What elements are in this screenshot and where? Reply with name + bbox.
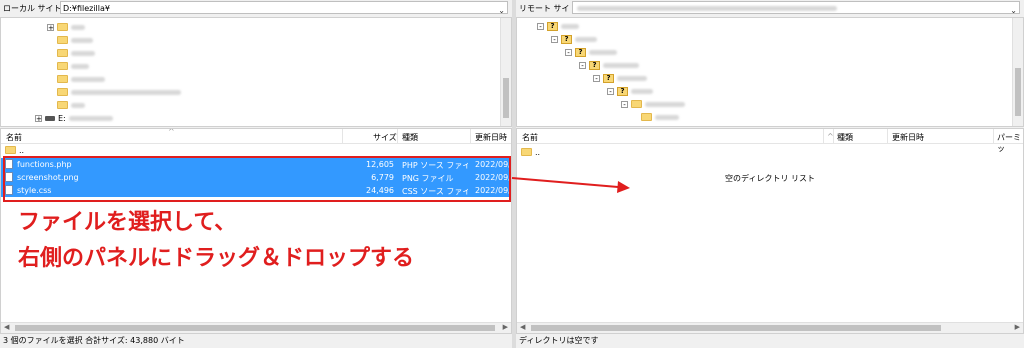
expand-icon[interactable]: + bbox=[47, 23, 54, 31]
column-name[interactable]: 名前 bbox=[6, 132, 22, 143]
local-status-text: 3 個のファイルを選択 合計サイズ: 43,880 バイト bbox=[3, 336, 185, 345]
expand-icon[interactable]: + bbox=[35, 114, 42, 122]
unknown-folder-icon: ? bbox=[561, 34, 572, 44]
unknown-folder-icon: ? bbox=[575, 47, 586, 57]
local-path-value: D:¥filezilla¥ bbox=[63, 4, 110, 13]
sort-arrow-icon: ^ bbox=[168, 128, 175, 136]
remote-list-header: 名前 ^ 種類 更新日時 パーミッ bbox=[517, 129, 1023, 153]
tree-node[interactable] bbox=[57, 100, 85, 110]
parent-directory-row[interactable]: .. bbox=[517, 146, 1023, 159]
tree-node-drive-f[interactable]: + F: bbox=[35, 125, 65, 127]
local-status-bar: 3 個のファイルを選択 合計サイズ: 43,880 バイト bbox=[0, 334, 512, 348]
tree-node[interactable] bbox=[57, 61, 89, 71]
tree-scrollbar[interactable] bbox=[1012, 18, 1023, 126]
tree-node[interactable]: + bbox=[47, 22, 85, 32]
remote-path-input[interactable]: ⌄ bbox=[572, 1, 1020, 17]
tree-node[interactable]: -? bbox=[593, 73, 647, 83]
local-site-bar: ローカル サイト: D:¥filezilla¥ ⌄ bbox=[0, 0, 512, 18]
tree-node[interactable]: -? bbox=[537, 21, 579, 31]
drive-e-label: E: bbox=[58, 113, 66, 123]
parent-label: .. bbox=[19, 146, 25, 155]
folder-icon bbox=[57, 23, 68, 31]
tree-node-drive-e[interactable]: + E: bbox=[35, 113, 113, 123]
remote-list-hscrollbar[interactable]: ◀ ▶ bbox=[517, 322, 1023, 333]
scroll-thumb[interactable] bbox=[1015, 68, 1021, 116]
local-list-header: 名前 ^ サイズ 種類 更新日時 bbox=[1, 129, 511, 144]
column-type[interactable]: 種類 bbox=[837, 132, 853, 143]
drive-f-label: F: bbox=[58, 126, 65, 127]
tree-node[interactable] bbox=[57, 87, 181, 97]
tree-node[interactable]: - bbox=[621, 99, 685, 109]
scroll-thumb[interactable] bbox=[531, 325, 941, 331]
chevron-down-icon[interactable]: ⌄ bbox=[498, 4, 505, 17]
folder-icon bbox=[57, 75, 68, 83]
tree-scrollbar[interactable] bbox=[500, 18, 511, 126]
parent-label: .. bbox=[535, 148, 541, 157]
unknown-folder-icon: ? bbox=[617, 86, 628, 96]
folder-icon bbox=[57, 62, 68, 70]
selection-highlight-box bbox=[3, 156, 511, 202]
column-name[interactable]: 名前 bbox=[522, 132, 538, 143]
local-site-label: ローカル サイト: bbox=[3, 4, 65, 13]
local-path-input[interactable]: D:¥filezilla¥ ⌄ bbox=[60, 1, 508, 17]
column-type[interactable]: 種類 bbox=[402, 132, 418, 143]
tree-node[interactable]: -? bbox=[551, 34, 597, 44]
tree-node[interactable]: -? bbox=[607, 86, 653, 96]
unknown-folder-icon: ? bbox=[589, 60, 600, 70]
tree-node[interactable]: -? bbox=[579, 60, 639, 70]
expand-icon[interactable]: + bbox=[35, 127, 42, 128]
remote-status-bar: ディレクトリは空です bbox=[516, 334, 1024, 348]
column-modified[interactable]: 更新日時 bbox=[475, 132, 507, 143]
tree-node[interactable] bbox=[57, 48, 95, 58]
drive-icon bbox=[45, 115, 55, 121]
remote-site-bar: リモート サイト: ⌄ bbox=[516, 0, 1024, 18]
folder-icon bbox=[57, 101, 68, 109]
remote-directory-tree[interactable]: -? -? -? -? -? -? - bbox=[516, 17, 1024, 127]
folder-icon bbox=[57, 36, 68, 44]
tree-node[interactable] bbox=[57, 74, 105, 84]
folder-icon bbox=[5, 146, 16, 154]
chevron-down-icon[interactable]: ⌄ bbox=[1010, 4, 1017, 17]
tree-node[interactable]: -? bbox=[565, 47, 617, 57]
drag-arrow-icon bbox=[511, 177, 630, 193]
column-size[interactable]: サイズ bbox=[373, 132, 397, 143]
scroll-thumb[interactable] bbox=[15, 325, 495, 331]
instruction-line-1: ファイルを選択して、 bbox=[18, 209, 237, 234]
remote-file-list[interactable]: 名前 ^ 種類 更新日時 パーミッ .. 空のディレクトリ リスト ◀ ▶ bbox=[516, 128, 1024, 334]
unknown-folder-icon: ? bbox=[547, 21, 558, 31]
folder-icon bbox=[521, 148, 532, 156]
folder-icon bbox=[641, 113, 652, 121]
unknown-folder-icon: ? bbox=[603, 73, 614, 83]
folder-icon bbox=[57, 88, 68, 96]
tree-node[interactable] bbox=[57, 35, 93, 45]
instruction-line-2: 右側のパネルにドラッグ＆ドロップする bbox=[18, 245, 415, 270]
tree-node[interactable] bbox=[641, 112, 679, 122]
folder-icon bbox=[631, 100, 642, 108]
local-list-hscrollbar[interactable]: ◀ ▶ bbox=[1, 322, 511, 333]
scroll-thumb[interactable] bbox=[503, 78, 509, 118]
column-modified[interactable]: 更新日時 bbox=[892, 132, 924, 143]
remote-status-text: ディレクトリは空です bbox=[519, 336, 599, 345]
folder-icon bbox=[57, 49, 68, 57]
local-directory-tree[interactable]: + + E: + F: bbox=[0, 17, 512, 127]
